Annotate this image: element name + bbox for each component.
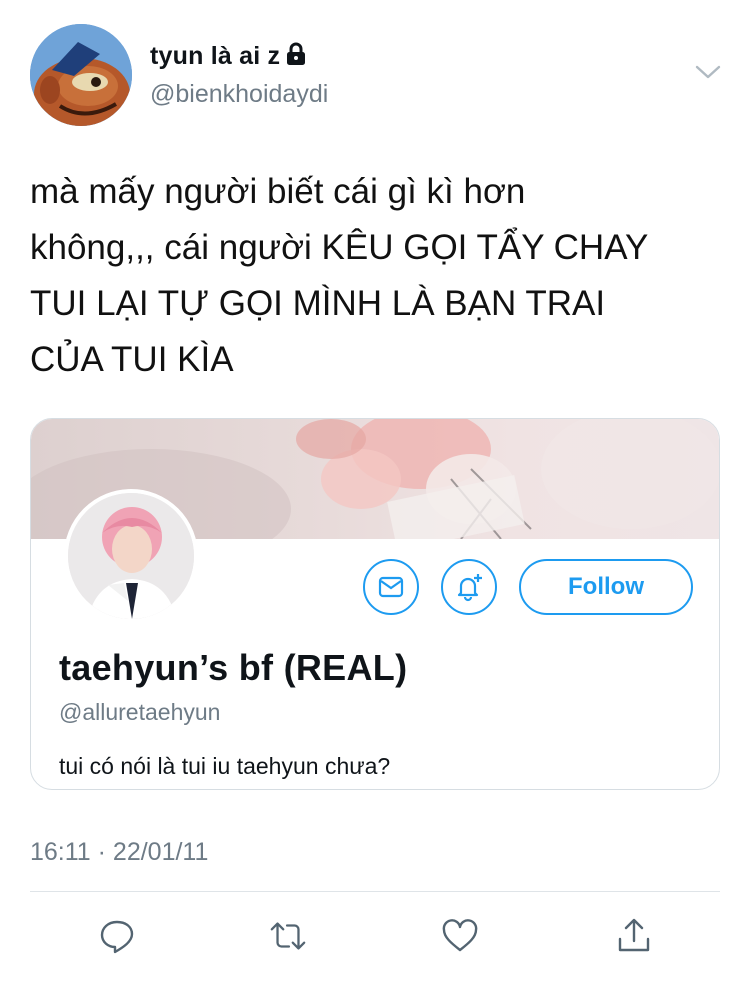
like-button[interactable]	[440, 916, 480, 956]
message-button[interactable]	[363, 559, 419, 615]
tweet-timestamp[interactable]: 16:11 · 22/01/11	[30, 838, 208, 867]
share-icon	[618, 918, 650, 952]
bell-plus-icon	[457, 574, 482, 602]
divider	[30, 891, 720, 892]
profile-name: taehyun’s bf (REAL)	[59, 647, 408, 688]
tweet-text: mà mấy người biết cái gì kì hơn không,,,…	[30, 172, 649, 379]
retweet-button[interactable]	[268, 916, 308, 956]
profile-photo-icon	[68, 493, 194, 619]
author-handle[interactable]: @bienkhoidaydi	[150, 80, 328, 109]
cartoon-fish-avatar-icon	[30, 24, 132, 126]
mail-icon	[378, 576, 404, 598]
share-button[interactable]	[614, 916, 654, 956]
profile-handle: @alluretaehyun	[59, 699, 221, 725]
follow-button[interactable]: Follow	[519, 559, 693, 615]
like-icon	[442, 919, 478, 952]
profile-avatar[interactable]	[64, 489, 198, 623]
reply-icon	[100, 920, 134, 954]
profile-card[interactable]: Follow taehyun’s bf (REAL) @alluretaehyu…	[30, 418, 720, 790]
profile-bio: tui có nói là tui iu taehyun chưa?	[59, 753, 391, 779]
author-display-name[interactable]: tyun là ai z	[150, 42, 306, 73]
reply-button[interactable]	[97, 916, 137, 956]
author-avatar[interactable]	[30, 24, 132, 126]
chevron-down-icon[interactable]	[694, 62, 722, 82]
author-name-text: tyun là ai z	[150, 42, 281, 70]
lock-icon	[286, 42, 306, 73]
retweet-icon	[270, 922, 306, 950]
notifications-button[interactable]	[441, 559, 497, 615]
